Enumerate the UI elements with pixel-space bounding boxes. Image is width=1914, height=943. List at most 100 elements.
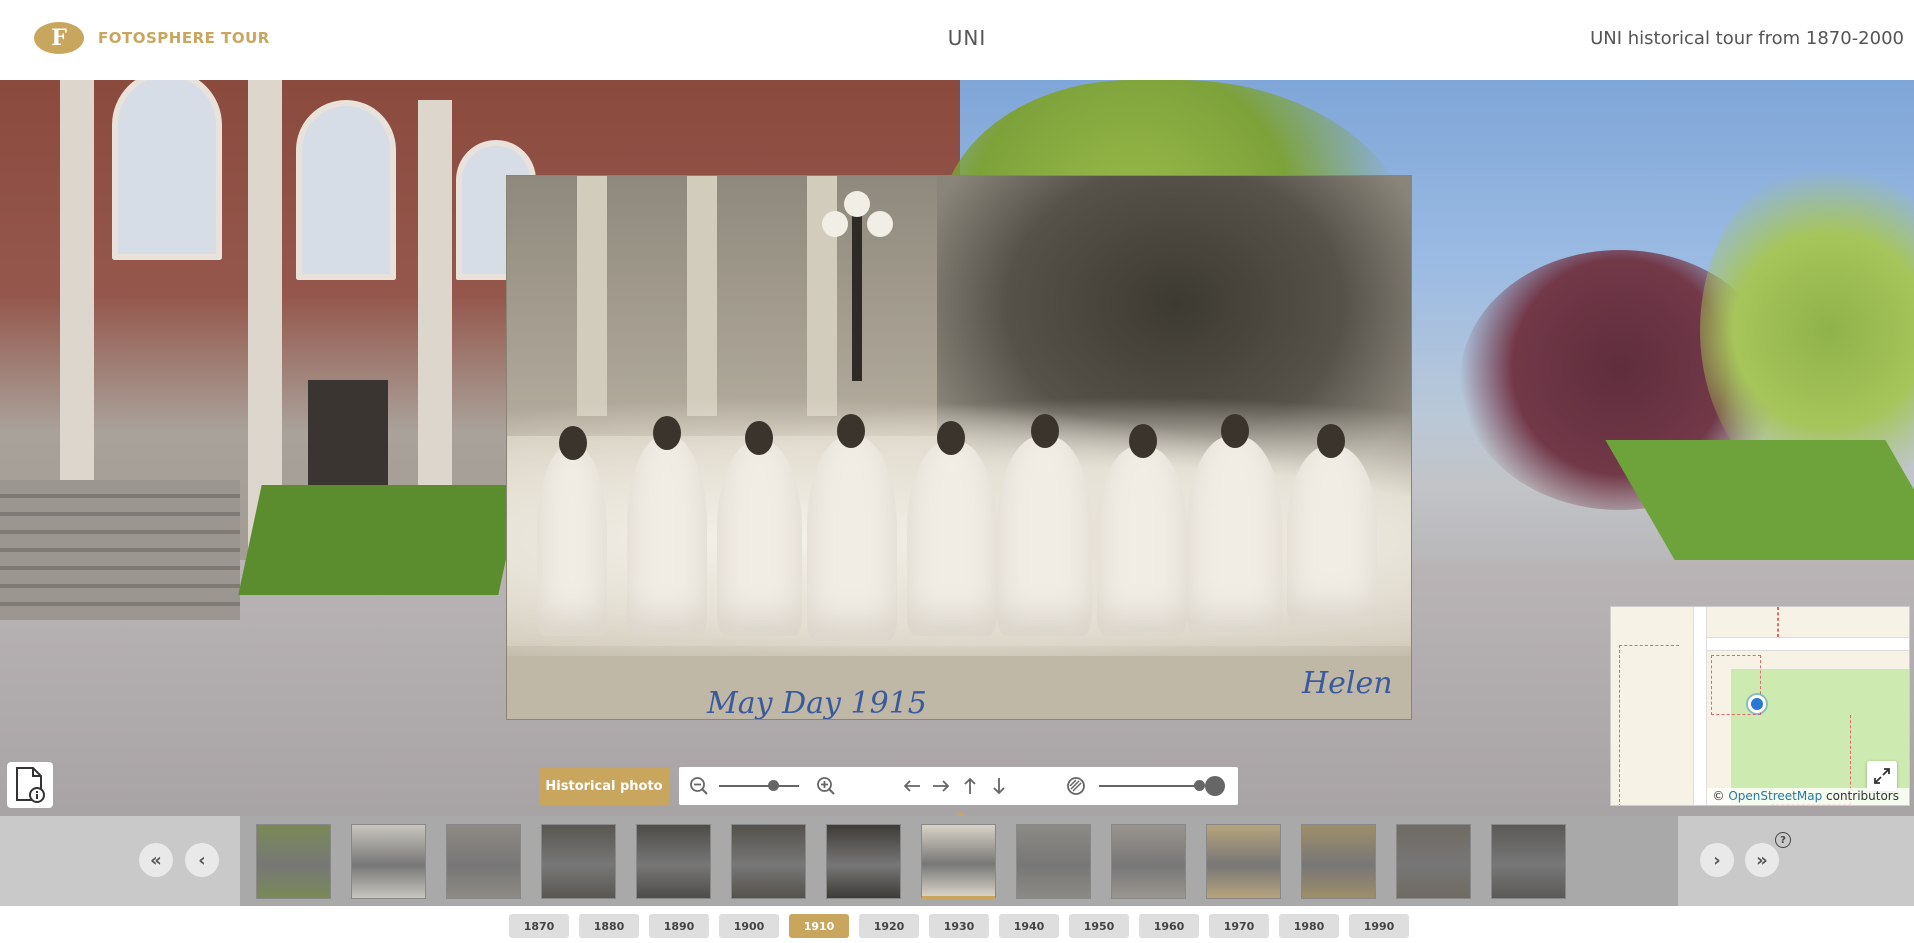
app-header: F FOTOSPHERE TOUR UNI UNI historical tou… bbox=[0, 0, 1914, 80]
double-chevron-right-icon: » bbox=[1756, 849, 1768, 871]
location-minimap[interactable]: © OpenStreetMap contributors bbox=[1610, 606, 1910, 806]
photo-head bbox=[1129, 424, 1157, 458]
thumbnail-track bbox=[240, 816, 1678, 906]
photo-head bbox=[1031, 414, 1059, 448]
decade-button-1970[interactable]: 1970 bbox=[1209, 914, 1269, 938]
photo-handwriting: May Day 1915 bbox=[707, 686, 927, 720]
photo-column bbox=[577, 176, 607, 416]
decade-selector: 1870 1880 1890 1900 1910 1920 1930 1940 1950 1960… bbox=[0, 906, 1914, 943]
timeline-thumbnail[interactable] bbox=[1206, 824, 1281, 899]
attribution-suffix: contributors bbox=[1826, 789, 1899, 803]
building-window bbox=[296, 100, 396, 280]
photo-handwriting: Helen bbox=[1302, 666, 1393, 701]
photo-figure bbox=[1187, 436, 1282, 636]
photo-figure bbox=[1287, 446, 1377, 626]
decade-button-1870[interactable]: 1870 bbox=[509, 914, 569, 938]
decade-button-1950[interactable]: 1950 bbox=[1069, 914, 1129, 938]
page-subtitle: UNI historical tour from 1870-2000 bbox=[1590, 28, 1904, 49]
openstreetmap-link[interactable]: OpenStreetMap bbox=[1728, 789, 1822, 803]
chevron-left-icon: ‹ bbox=[198, 849, 206, 871]
decade-button-1930[interactable]: 1930 bbox=[929, 914, 989, 938]
decade-button-1900[interactable]: 1900 bbox=[719, 914, 779, 938]
timeline-thumbnail[interactable] bbox=[731, 824, 806, 899]
timeline-thumbnail[interactable] bbox=[541, 824, 616, 899]
timeline-thumbnail[interactable] bbox=[1396, 824, 1471, 899]
help-icon[interactable]: ? bbox=[1775, 832, 1791, 848]
move-down-icon[interactable] bbox=[988, 775, 1010, 797]
timeline-strip: « ‹ › » bbox=[0, 816, 1914, 906]
photo-info-button[interactable] bbox=[7, 762, 53, 808]
photo-ground bbox=[507, 646, 1411, 719]
previous-button[interactable]: ‹ bbox=[185, 843, 219, 877]
expand-map-button[interactable] bbox=[1867, 761, 1897, 791]
last-page-button[interactable]: » bbox=[1745, 843, 1779, 877]
decade-button-1880[interactable]: 1880 bbox=[579, 914, 639, 938]
photo-figure bbox=[717, 441, 802, 636]
panorama-grass bbox=[1605, 440, 1914, 560]
timeline-thumbnail[interactable] bbox=[1016, 824, 1091, 899]
timeline-thumbnail[interactable] bbox=[921, 824, 996, 899]
map-path bbox=[1619, 645, 1679, 805]
timeline-thumbnail[interactable] bbox=[1491, 824, 1566, 899]
building-column bbox=[248, 80, 282, 550]
historical-photo-overlay[interactable]: May Day 1915 Helen bbox=[506, 175, 1412, 720]
expand-icon bbox=[1874, 768, 1890, 784]
photo-head bbox=[745, 421, 773, 455]
map-road bbox=[1707, 637, 1909, 651]
timeline-thumbnail[interactable] bbox=[1111, 824, 1186, 899]
move-up-icon[interactable] bbox=[959, 775, 981, 797]
decade-button-1910[interactable]: 1910 bbox=[789, 914, 849, 938]
photo-lamp-globe bbox=[867, 211, 893, 237]
timeline-thumbnail[interactable] bbox=[1301, 824, 1376, 899]
photo-figure bbox=[537, 446, 607, 636]
photo-figure bbox=[907, 441, 997, 636]
panorama-grass bbox=[238, 485, 522, 595]
photo-head bbox=[653, 416, 681, 450]
decade-button-1960[interactable]: 1960 bbox=[1139, 914, 1199, 938]
attribution-copyright: © bbox=[1712, 789, 1725, 803]
double-chevron-left-icon: « bbox=[150, 849, 162, 871]
photo-figure bbox=[627, 436, 707, 636]
opacity-slider-track[interactable] bbox=[1099, 785, 1199, 787]
opacity-full-icon[interactable] bbox=[1205, 776, 1225, 796]
decade-button-1980[interactable]: 1980 bbox=[1279, 914, 1339, 938]
zoom-slider-track[interactable] bbox=[719, 785, 799, 787]
building-door bbox=[308, 380, 388, 490]
move-right-icon[interactable] bbox=[930, 775, 952, 797]
photo-figure bbox=[997, 436, 1092, 636]
photo-toolbar bbox=[679, 767, 1238, 805]
photo-head bbox=[937, 421, 965, 455]
decade-button-1990[interactable]: 1990 bbox=[1349, 914, 1409, 938]
building-column bbox=[418, 100, 452, 550]
panorama-steps bbox=[0, 480, 240, 620]
photo-head bbox=[837, 414, 865, 448]
zoom-in-icon[interactable] bbox=[815, 775, 837, 797]
map-road bbox=[1693, 607, 1707, 805]
timeline-thumbnail[interactable] bbox=[826, 824, 901, 899]
zoom-slider-handle[interactable] bbox=[767, 780, 779, 791]
building-window bbox=[112, 80, 222, 260]
map-path bbox=[1777, 607, 1779, 637]
decade-button-1920[interactable]: 1920 bbox=[859, 914, 919, 938]
photo-column bbox=[687, 176, 717, 416]
timeline-thumbnail[interactable] bbox=[256, 824, 331, 899]
current-location-marker[interactable] bbox=[1748, 695, 1766, 713]
next-button[interactable]: › bbox=[1700, 843, 1734, 877]
photo-head bbox=[1221, 414, 1249, 448]
photo-crowd bbox=[507, 396, 1411, 656]
opacity-icon[interactable] bbox=[1065, 775, 1087, 797]
zoom-out-icon[interactable] bbox=[688, 775, 710, 797]
decade-button-1890[interactable]: 1890 bbox=[649, 914, 709, 938]
historical-photo-label[interactable]: Historical photo bbox=[539, 767, 669, 805]
first-page-button[interactable]: « bbox=[139, 843, 173, 877]
photo-head bbox=[559, 426, 587, 460]
timeline-thumbnail[interactable] bbox=[446, 824, 521, 899]
timeline-thumbnail[interactable] bbox=[636, 824, 711, 899]
photo-lamp-globe bbox=[844, 191, 870, 217]
opacity-slider-handle[interactable] bbox=[1194, 780, 1205, 791]
photo-figure bbox=[1097, 446, 1187, 636]
timeline-thumbnail[interactable] bbox=[351, 824, 426, 899]
decade-button-1940[interactable]: 1940 bbox=[999, 914, 1059, 938]
move-left-icon[interactable] bbox=[901, 775, 923, 797]
chevron-right-icon: › bbox=[1713, 849, 1721, 871]
